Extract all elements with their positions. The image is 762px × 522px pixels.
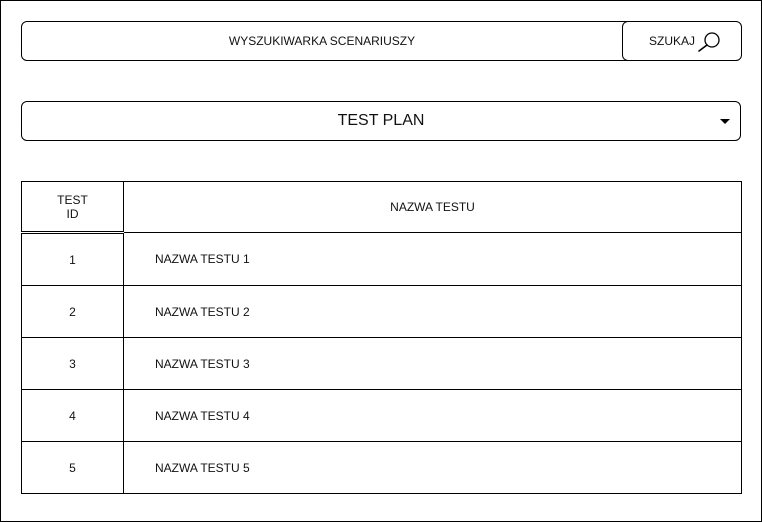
app-frame: WYSZUKIWARKA SCENARIUSZY SZUKAJ TEST PLA… <box>0 0 762 522</box>
test-name-cell[interactable]: NAZWA TESTU 2 <box>123 285 742 338</box>
test-plan-selected: TEST PLAN <box>337 112 425 129</box>
caret-down-icon <box>720 119 730 124</box>
test-name-cell[interactable]: NAZWA TESTU 4 <box>123 389 742 442</box>
header-test-name: NAZWA TESTU <box>123 181 742 233</box>
test-id-cell: 4 <box>21 389 124 442</box>
search-bar: WYSZUKIWARKA SCENARIUSZY SZUKAJ <box>21 21 742 61</box>
table-row[interactable]: 3 NAZWA TESTU 3 <box>21 337 742 390</box>
test-name-cell[interactable]: NAZWA TESTU 5 <box>123 441 742 494</box>
search-input[interactable]: WYSZUKIWARKA SCENARIUSZY <box>22 22 622 60</box>
table-header-row: TEST ID NAZWA TESTU <box>21 181 742 234</box>
header-test-id: TEST ID <box>21 181 124 234</box>
search-placeholder: WYSZUKIWARKA SCENARIUSZY <box>228 34 416 48</box>
test-name-cell[interactable]: NAZWA TESTU 3 <box>123 337 742 390</box>
header-test-id-line2: ID <box>66 206 79 221</box>
magnifier-icon <box>698 32 720 52</box>
test-plan-dropdown[interactable]: TEST PLAN <box>21 101 741 141</box>
table-row[interactable]: 1 NAZWA TESTU 1 <box>21 232 742 286</box>
tests-table: TEST ID NAZWA TESTU 1 NAZWA TESTU 1 2 NA… <box>21 181 742 494</box>
search-button[interactable]: SZUKAJ <box>622 21 742 61</box>
header-test-id-line1: TEST <box>57 192 88 207</box>
test-name-cell[interactable]: NAZWA TESTU 1 <box>123 232 742 286</box>
table-row[interactable]: 4 NAZWA TESTU 4 <box>21 389 742 442</box>
search-button-label: SZUKAJ <box>648 34 695 48</box>
table-row[interactable]: 5 NAZWA TESTU 5 <box>21 441 742 494</box>
test-id-cell: 5 <box>21 441 124 494</box>
test-id-cell: 1 <box>21 232 124 286</box>
test-id-cell: 2 <box>21 285 124 338</box>
test-id-cell: 3 <box>21 337 124 390</box>
table-row[interactable]: 2 NAZWA TESTU 2 <box>21 285 742 338</box>
